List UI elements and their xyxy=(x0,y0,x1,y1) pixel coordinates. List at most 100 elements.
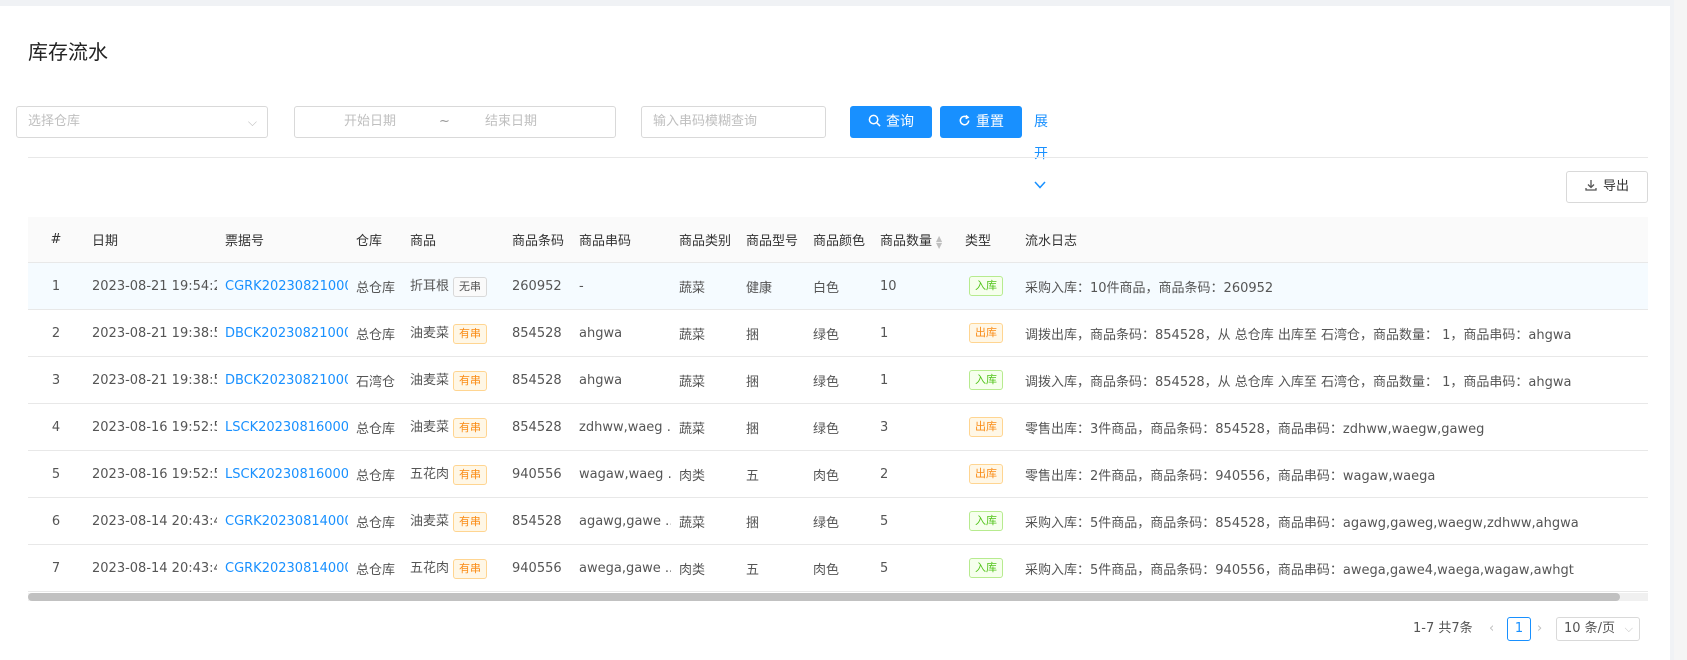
goods-name: 油麦菜 xyxy=(410,326,450,342)
row-serial: - xyxy=(571,262,671,310)
row-barcode: 854528 xyxy=(504,497,571,545)
export-button[interactable]: 导出 xyxy=(1566,171,1648,203)
row-quantity: 5 xyxy=(872,497,957,545)
row-quantity: 1 xyxy=(872,309,957,357)
row-bill-link[interactable]: DBCK202308210003 xyxy=(217,356,348,404)
row-log: 零售出库：2件商品，商品条码：940556，商品串码：wagaw,waega xyxy=(1017,450,1648,498)
row-type: 入库 xyxy=(957,262,1017,310)
row-barcode: 854528 xyxy=(504,403,571,451)
goods-name: 油麦菜 xyxy=(410,420,450,436)
vertical-scrollbar[interactable] xyxy=(1674,0,1687,660)
row-color: 绿色 xyxy=(805,403,872,451)
row-bill-link[interactable]: CGRK202308140001 xyxy=(217,544,348,592)
row-color: 绿色 xyxy=(805,309,872,357)
row-type: 入库 xyxy=(957,544,1017,592)
goods-name: 油麦菜 xyxy=(410,373,450,389)
row-barcode: 940556 xyxy=(504,450,571,498)
col-quantity[interactable]: 商品数量 ▲ ▼ xyxy=(872,217,957,263)
horizontal-scrollbar[interactable] xyxy=(28,593,1648,601)
row-log: 调拨出库，商品条码：854528，从 总仓库 出库至 石湾仓，商品数量： 1，商… xyxy=(1017,309,1648,357)
expand-toggle[interactable]: 展开 xyxy=(1034,106,1048,202)
reset-button[interactable]: 重置 xyxy=(940,106,1022,138)
row-date: 2023-08-21 19:38:57 xyxy=(84,356,217,404)
serial-tag: 有串 xyxy=(453,323,488,344)
serial-search-input[interactable]: 输入串码模糊查询 xyxy=(641,106,826,138)
expand-label: 展开 xyxy=(1034,114,1048,162)
warehouse-select[interactable]: 选择仓库 ⌵ xyxy=(16,106,268,138)
type-tag: 出库 xyxy=(969,464,1003,484)
download-icon xyxy=(1585,180,1597,191)
col-bill: 票据号 xyxy=(217,217,348,263)
col-log: 流水日志 xyxy=(1017,217,1648,263)
sort-icon[interactable]: ▲ ▼ xyxy=(936,234,942,249)
chevron-down-icon xyxy=(1034,181,1046,189)
col-barcode: 商品条码 xyxy=(504,217,571,263)
row-quantity: 10 xyxy=(872,262,957,310)
row-bill-link[interactable]: LSCK202308160001 xyxy=(217,403,348,451)
next-page-icon[interactable]: › xyxy=(1537,617,1542,641)
row-model: 捆 xyxy=(738,356,805,404)
col-serial: 商品串码 xyxy=(571,217,671,263)
end-date-input[interactable]: 结束日期 xyxy=(485,107,537,137)
col-model: 商品型号 xyxy=(738,217,805,263)
row-bill-link[interactable]: CGRK202308210001 xyxy=(217,262,348,310)
scrollbar-thumb[interactable] xyxy=(28,593,1620,601)
row-color: 白色 xyxy=(805,262,872,310)
goods-name: 折耳根 xyxy=(410,279,450,295)
row-goods: 五花肉 有串 xyxy=(402,544,504,592)
row-barcode: 260952 xyxy=(504,262,571,310)
row-log: 采购入库：5件商品，商品条码：854528，商品串码：agawg,gaweg,w… xyxy=(1017,497,1648,545)
row-model: 五 xyxy=(738,450,805,498)
table-row: 4 2023-08-16 19:52:54 LSCK202308160001 总… xyxy=(28,403,1648,451)
row-serial: awega,gawe ... xyxy=(571,544,671,592)
search-icon xyxy=(868,114,881,127)
row-quantity: 3 xyxy=(872,403,957,451)
row-category: 蔬菜 xyxy=(671,403,738,451)
row-bill-link[interactable]: CGRK202308140001 xyxy=(217,497,348,545)
row-quantity: 1 xyxy=(872,356,957,404)
type-tag: 出库 xyxy=(969,323,1003,343)
serial-tag: 无串 xyxy=(453,276,488,297)
row-warehouse: 总仓库 xyxy=(348,544,402,592)
row-serial: ahgwa xyxy=(571,356,671,404)
goods-name: 五花肉 xyxy=(410,561,450,577)
row-category: 蔬菜 xyxy=(671,356,738,404)
row-date: 2023-08-14 20:43:49 xyxy=(84,544,217,592)
row-goods: 油麦菜 有串 xyxy=(402,497,504,545)
col-category: 商品类别 xyxy=(671,217,738,263)
row-type: 出库 xyxy=(957,450,1017,498)
row-model: 健康 xyxy=(738,262,805,310)
row-warehouse: 总仓库 xyxy=(348,403,402,451)
type-tag: 入库 xyxy=(969,276,1003,296)
row-color: 绿色 xyxy=(805,356,872,404)
type-tag: 出库 xyxy=(969,417,1003,437)
row-color: 绿色 xyxy=(805,497,872,545)
table-row: 5 2023-08-16 19:52:54 LSCK202308160001 总… xyxy=(28,450,1648,498)
row-warehouse: 总仓库 xyxy=(348,497,402,545)
row-serial: ahgwa xyxy=(571,309,671,357)
main-panel: 库存流水 选择仓库 ⌵ 开始日期 ~ 结束日期 输入串码模糊查询 查询 重置 展… xyxy=(0,6,1670,660)
row-index: 7 xyxy=(28,544,84,592)
row-date: 2023-08-16 19:52:54 xyxy=(84,450,217,498)
col-type: 类型 xyxy=(957,217,1017,263)
reset-label: 重置 xyxy=(976,114,1004,130)
page-1-button[interactable]: 1 xyxy=(1507,617,1531,641)
serial-tag: 有串 xyxy=(453,370,488,391)
row-index: 3 xyxy=(28,356,84,404)
row-bill-link[interactable]: DBCK202308210003 xyxy=(217,309,348,357)
row-log: 采购入库：5件商品，商品条码：940556，商品串码：awega,gawe4,w… xyxy=(1017,544,1648,592)
row-bill-link[interactable]: LSCK202308160001 xyxy=(217,450,348,498)
type-tag: 入库 xyxy=(969,370,1003,390)
divider xyxy=(28,157,1648,158)
query-button[interactable]: 查询 xyxy=(850,106,932,138)
date-range-picker[interactable]: 开始日期 ~ 结束日期 xyxy=(294,106,616,138)
page-size-select[interactable]: 10 条/页 ⌵ xyxy=(1556,617,1640,641)
col-color: 商品颜色 xyxy=(805,217,872,263)
row-quantity: 2 xyxy=(872,450,957,498)
prev-page-icon[interactable]: ‹ xyxy=(1489,617,1494,641)
row-goods: 油麦菜 有串 xyxy=(402,309,504,357)
row-warehouse: 总仓库 xyxy=(348,309,402,357)
row-index: 1 xyxy=(28,262,84,310)
start-date-input[interactable]: 开始日期 xyxy=(344,107,396,137)
row-model: 捆 xyxy=(738,403,805,451)
